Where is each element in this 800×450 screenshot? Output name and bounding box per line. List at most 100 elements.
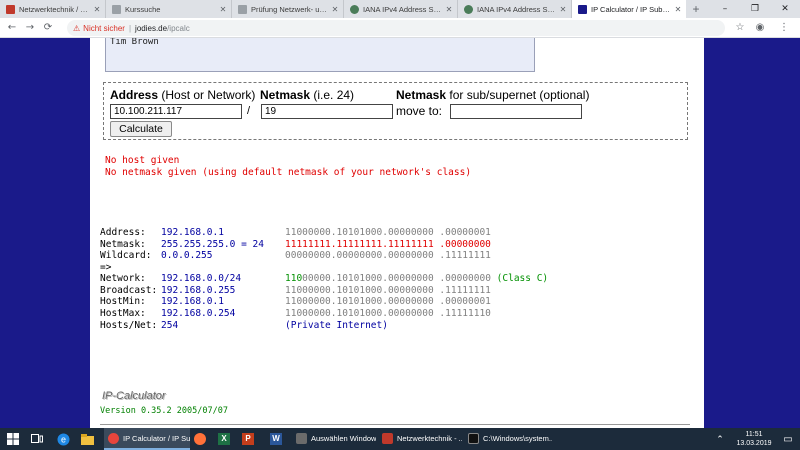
taskbar-app-auswaehlen[interactable]: Auswählen Window... [292,428,376,450]
tab-favicon-icon [238,4,247,14]
windows-start-icon[interactable] [4,430,22,448]
task-view-icon[interactable] [28,430,46,448]
powerpoint-icon[interactable]: P [240,430,256,448]
tab-kurssuche[interactable]: Kurssuche ✕ [106,0,232,18]
url-separator: | [128,23,132,33]
chrome-icon [108,432,119,444]
taskbar-app-cmd[interactable]: C:\Windows\system... [464,428,552,450]
broadcast-key: Broadcast: [100,285,158,296]
notification-tray-icon[interactable]: ⌃ [712,430,728,448]
tab-label: IANA IPv4 Address Space Re [477,4,558,14]
window-icon [296,432,307,444]
bookmark-star-icon[interactable]: ☆ [732,20,748,36]
minimize-icon[interactable]: – [710,0,740,18]
wildcard-key: Wildcard: [100,250,152,261]
tab-pruefung[interactable]: Prüfung Netzwerk- und Inter ✕ [232,0,344,18]
taskbar-app-ip-calculator[interactable]: IP Calculator / IP Su... [104,428,190,450]
wildcard-value: 0.0.0.255 [161,250,213,261]
url-path: /ipcalc [167,23,190,33]
subnet-netmask-label: Netmask for sub/supernet (optional) [396,88,590,102]
close-icon[interactable]: ✕ [558,5,568,14]
hostmax-value: 192.168.0.254 [161,308,236,319]
network-value: 192.168.0.0/24 [161,273,242,284]
hostmax-key: HostMax: [100,308,146,319]
taskbar-app-netzwerktechnik[interactable]: Netzwerktechnik - ... [378,428,462,450]
address-key: Address: [100,227,146,238]
tab-favicon-icon [350,4,359,14]
tab-label: IANA IPv4 Address Space Re [363,4,444,14]
close-icon[interactable]: ✕ [218,5,228,14]
pdf-icon [382,432,393,444]
word-icon[interactable]: W [268,430,284,448]
tab-label: Prüfung Netzwerk- und Inter [251,4,330,14]
netmask-input[interactable]: 19 [261,104,393,119]
tab-favicon-icon [464,4,473,14]
tab-favicon-icon [578,4,587,14]
tab-ip-calculator[interactable]: IP Calculator / IP Subnetting ✕ [572,0,686,18]
hostmax-bits: 11000000.10101000.00000000 .11111110 [285,308,491,319]
broadcast-bits: 11000000.10101000.00000000 .11111111 [285,285,491,296]
close-icon[interactable]: ✕ [673,5,683,14]
close-icon[interactable]: ✕ [92,5,102,14]
warning-icon[interactable]: ⚠ [73,24,80,33]
tab-netzwerktechnik[interactable]: Netzwerktechnik / VHS BS / ✕ [0,0,106,18]
tab-label: Kurssuche [125,4,161,14]
address-label: Address (Host or Network) [110,88,256,102]
new-tab-button[interactable]: + [688,1,704,17]
taskbar-app-label: Auswählen Window... [311,433,376,443]
error-no-netmask: No netmask given (using default netmask … [105,167,472,178]
tab-favicon-icon [6,4,15,14]
svg-text:e: e [60,434,65,444]
calculator-form: Address (Host or Network) Netmask (i.e. … [103,82,688,140]
clock-date: 13.03.2019 [736,440,772,447]
edge-icon[interactable]: e [54,430,72,448]
hosts-value: 254 [161,320,179,331]
profile-icon[interactable]: ◉ [752,20,768,36]
taskbar-clock[interactable]: 11:51 13.03.2019 [732,430,776,448]
address-value: 192.168.0.1 [161,227,224,238]
tab-strip: Netzwerktechnik / VHS BS / ✕ Kurssuche ✕… [0,0,800,18]
calculate-button[interactable]: Calculate [110,121,172,137]
taskbar-app-label: C:\Windows\system... [483,433,552,443]
window-close-icon[interactable]: ✕ [770,0,800,18]
menu-icon[interactable]: ⋮ [776,20,792,36]
terminal-icon [468,432,479,444]
move-to-input[interactable] [450,104,582,119]
taskbar-app-label: IP Calculator / IP Su... [123,433,190,443]
security-warning[interactable]: Nicht sicher [83,24,125,33]
browser-toolbar: ← → ⟳ ⚠ Nicht sicher | jodies.de /ipcalc… [0,18,800,38]
reload-icon[interactable]: ⟳ [40,20,56,36]
url-host: jodies.de [135,23,168,33]
back-icon[interactable]: ← [4,20,20,36]
hostmin-value: 192.168.0.1 [161,296,224,307]
page-content: Tim Brown Address (Host or Network) Netm… [90,38,704,428]
tab-iana-1[interactable]: IANA IPv4 Address Space Re ✕ [344,0,458,18]
address-input[interactable]: 10.100.211.117 [110,104,242,119]
network-key: Network: [100,273,146,284]
close-icon[interactable]: ✕ [330,5,340,14]
tab-iana-2[interactable]: IANA IPv4 Address Space Re ✕ [458,0,572,18]
broadcast-value: 192.168.0.255 [161,285,236,296]
file-explorer-icon[interactable] [78,430,96,448]
clock-time: 11:51 [745,431,763,438]
ip-calculator-logo: IP-Calculator [102,390,166,402]
action-center-icon[interactable]: ▭ [780,430,796,448]
hostmin-key: HostMin: [100,296,146,307]
firefox-icon[interactable] [192,430,208,448]
move-to-label: move to: [396,104,443,118]
taskbar: e IP Calculator / IP Su... X P W Auswähl… [0,428,800,450]
tab-label: IP Calculator / IP Subnetting [591,4,673,14]
tab-favicon-icon [112,4,121,14]
forward-icon[interactable]: → [22,20,38,36]
network-class: (Class C) [496,273,549,284]
address-bar[interactable]: ⚠ Nicht sicher | jodies.de /ipcalc [67,20,725,36]
tab-label: Netzwerktechnik / VHS BS / [19,4,92,14]
info-textarea[interactable]: Tim Brown [105,38,535,72]
maximize-icon[interactable]: ❐ [740,0,770,18]
hosts-key: Hosts/Net: [100,320,158,331]
excel-icon[interactable]: X [216,430,232,448]
network-bits: 11000000.10101000.00000000 .00000000 (Cl… [285,273,549,284]
close-icon[interactable]: ✕ [444,5,454,14]
netmask-key: Netmask: [100,239,146,250]
netmask-value: 255.255.255.0 = 24 [161,239,264,250]
